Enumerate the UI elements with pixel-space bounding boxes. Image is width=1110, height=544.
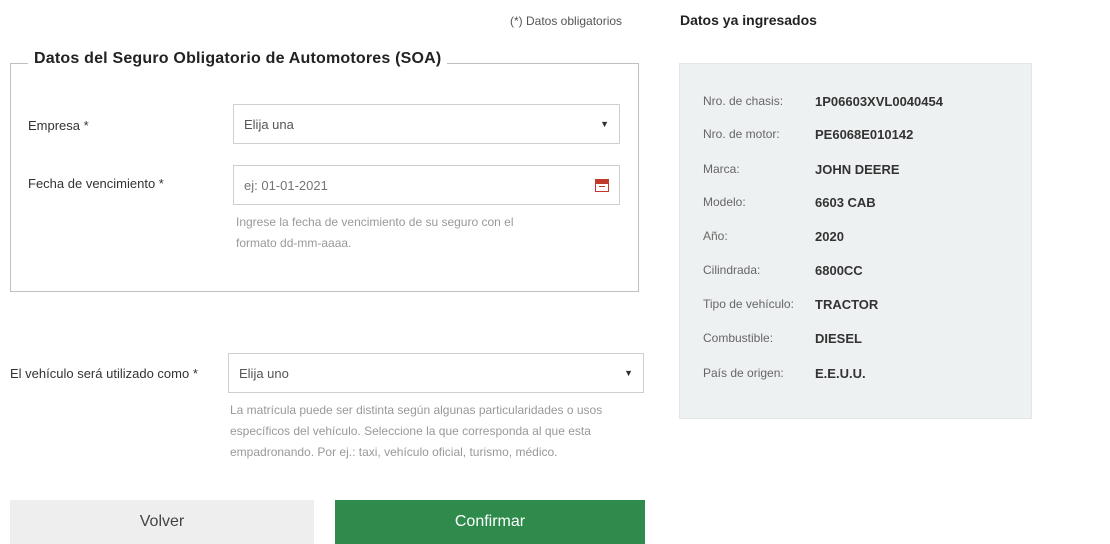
fecha-field[interactable]	[233, 165, 620, 205]
back-button[interactable]: Volver	[10, 500, 314, 544]
calendar-icon[interactable]	[595, 178, 609, 192]
info-row-anio: Año: 2020	[703, 226, 844, 246]
empresa-select-value: Elija una	[244, 116, 294, 132]
uso-help-line-3: empadronando. Por ej.: taxi, vehículo of…	[230, 445, 558, 459]
uso-help-line-1: La matrícula puede ser distinta según al…	[230, 403, 603, 417]
info-value: DIESEL	[815, 330, 862, 346]
confirm-button[interactable]: Confirmar	[335, 500, 645, 544]
info-value: 6603 CAB	[815, 194, 876, 210]
info-key: Modelo:	[703, 195, 746, 209]
info-row-marca: Marca: JOHN DEERE	[703, 159, 900, 179]
fecha-help-line-2: formato dd-mm-aaaa.	[236, 236, 352, 250]
caret-down-icon: ▼	[624, 368, 633, 378]
required-fields-note: (*) Datos obligatorios	[510, 14, 623, 28]
fecha-help-line-1: Ingrese la fecha de vencimiento de su se…	[236, 215, 514, 229]
info-value: JOHN DEERE	[815, 161, 900, 177]
uso-select[interactable]: Elija uno ▼	[228, 353, 644, 393]
info-key: Año:	[703, 229, 728, 243]
info-key: Marca:	[703, 162, 740, 176]
uso-label: El vehículo será utilizado como *	[10, 366, 198, 381]
info-value: PE6068E010142	[815, 126, 914, 142]
info-row-modelo: Modelo: 6603 CAB	[703, 192, 876, 212]
info-value: 6800CC	[815, 262, 863, 278]
info-value: 2020	[815, 228, 844, 244]
info-row-origen: País de origen: E.E.U.U.	[703, 363, 866, 383]
info-value: 1P06603XVL0040454	[815, 93, 943, 109]
uso-help-line-2: específicos del vehículo. Seleccione la …	[230, 424, 591, 438]
info-value: TRACTOR	[815, 296, 879, 312]
info-key: Cilindrada:	[703, 263, 761, 277]
fecha-label: Fecha de vencimiento *	[28, 176, 164, 191]
uso-select-value: Elija uno	[239, 365, 289, 381]
info-key: Nro. de motor:	[703, 127, 780, 141]
info-row-cilindrada: Cilindrada: 6800CC	[703, 260, 863, 280]
info-key: País de origen:	[703, 366, 784, 380]
info-row-combustible: Combustible: DIESEL	[703, 328, 862, 348]
empresa-label: Empresa *	[28, 118, 89, 133]
side-panel-title: Datos ya ingresados	[680, 12, 817, 28]
empresa-select[interactable]: Elija una ▼	[233, 104, 620, 144]
info-key: Tipo de vehículo:	[703, 297, 794, 311]
info-row-chasis: Nro. de chasis: 1P06603XVL0040454	[703, 91, 943, 111]
info-row-motor: Nro. de motor: PE6068E010142	[703, 124, 913, 144]
fecha-input[interactable]	[244, 177, 544, 193]
info-value: E.E.U.U.	[815, 365, 866, 381]
caret-down-icon: ▼	[600, 119, 609, 129]
info-key: Nro. de chasis:	[703, 94, 784, 108]
info-row-tipo: Tipo de vehículo: TRACTOR	[703, 294, 878, 314]
soa-legend: Datos del Seguro Obligatorio de Automoto…	[28, 50, 448, 68]
info-key: Combustible:	[703, 331, 774, 345]
